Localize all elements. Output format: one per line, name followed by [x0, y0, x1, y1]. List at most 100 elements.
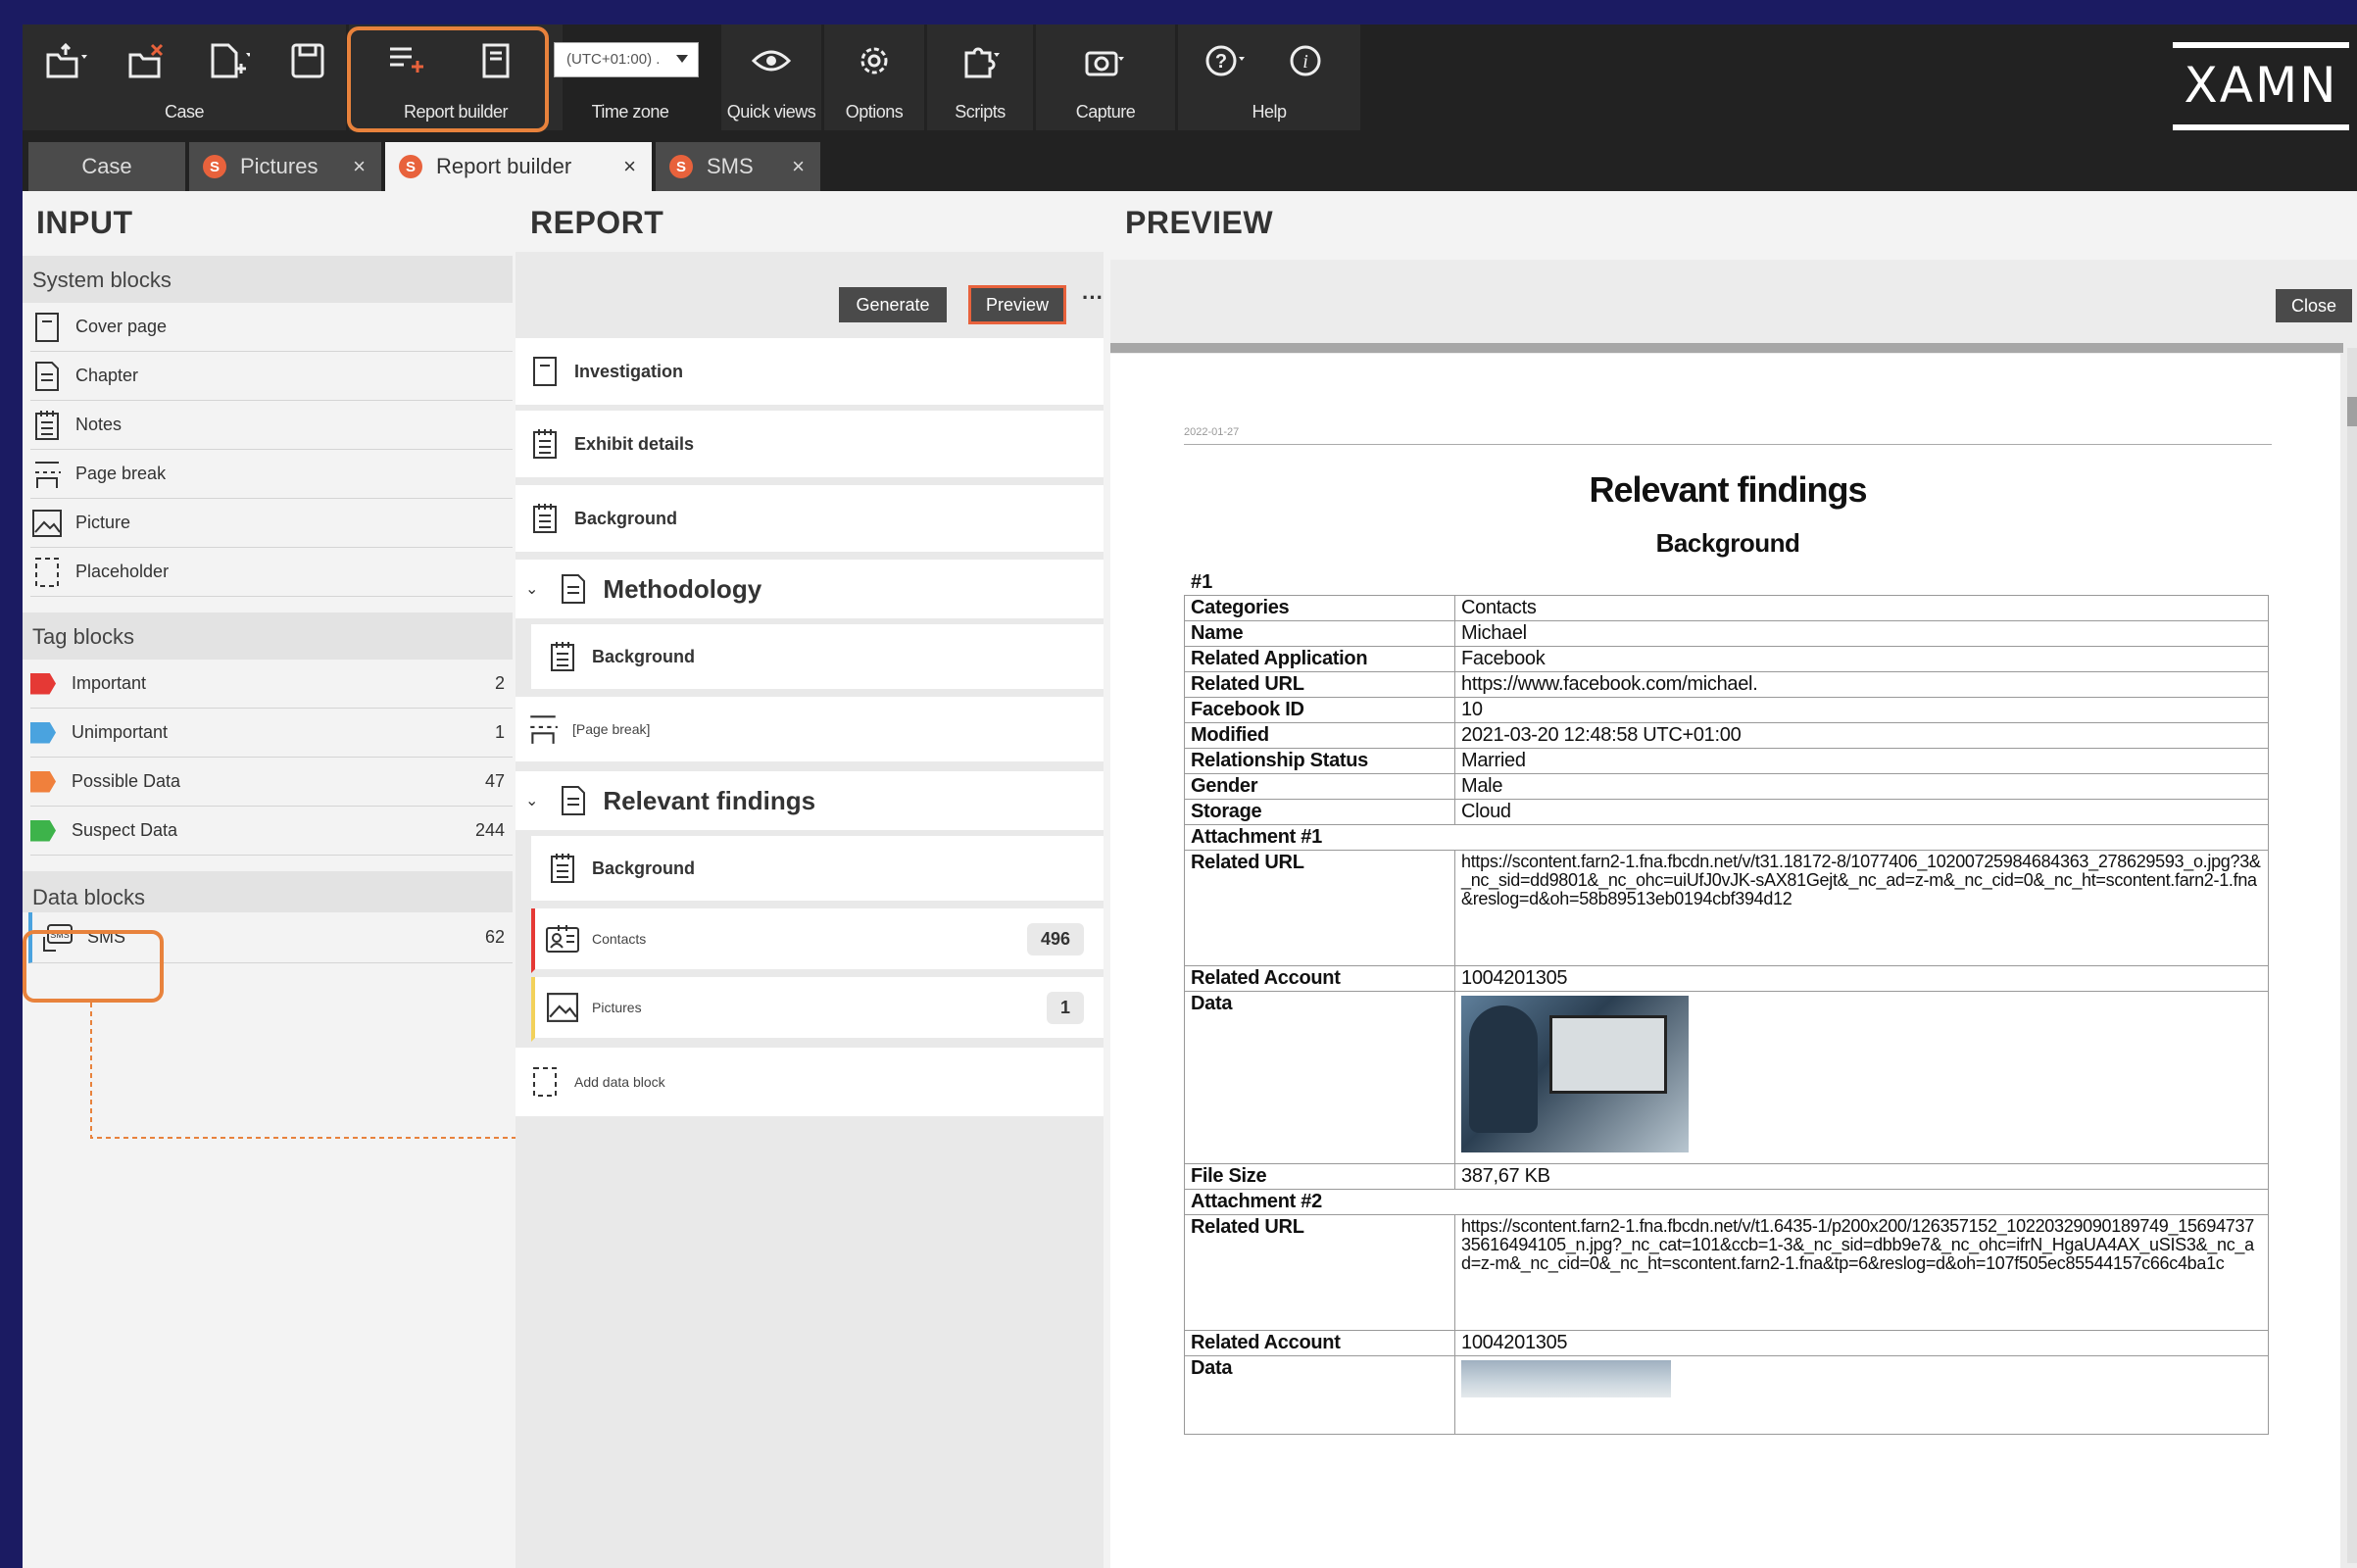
page-break-block[interactable]: Page break — [30, 450, 513, 499]
tab-case[interactable]: Case — [28, 142, 185, 191]
table-key: Related Account — [1184, 1330, 1455, 1356]
table-value: Male — [1454, 773, 2269, 800]
gear-icon — [845, 38, 904, 83]
report-block-background-relevant[interactable]: Background — [531, 836, 1104, 905]
report-date: 2022-01-27 — [1184, 426, 1240, 438]
new-file-icon[interactable] — [199, 38, 258, 83]
scrollbar-thumb[interactable] — [2347, 397, 2357, 426]
tab-report-builder[interactable]: S Report builder × — [385, 142, 652, 191]
background-label: Background — [592, 858, 696, 878]
capture-group[interactable]: Capture — [1036, 24, 1175, 130]
time-zone-value: (UTC+01:00) . — [566, 51, 661, 68]
investigation-label: Investigation — [574, 361, 684, 381]
case-group: Case — [23, 24, 346, 130]
report-block-background[interactable]: Background — [516, 485, 1104, 556]
input-panel: System blocks Cover page Chapter Notes P… — [23, 256, 513, 963]
table-row: Categories Contacts — [1184, 595, 2269, 621]
tag-important[interactable]: Important 2 — [30, 660, 513, 709]
table-key: Related Application — [1184, 646, 1455, 672]
close-case-icon[interactable] — [119, 38, 177, 83]
generate-button[interactable]: Generate — [839, 287, 947, 322]
table-row: Gender Male — [1184, 773, 2269, 800]
tag-count: 47 — [484, 771, 505, 791]
report-chapter-methodology[interactable]: ⌄ Methodology — [516, 560, 1104, 622]
tab-sms[interactable]: S SMS × — [656, 142, 820, 191]
capture-label: Capture — [1075, 102, 1136, 122]
attachment-photo-image — [1461, 996, 1689, 1152]
table-key: Facebook ID — [1184, 697, 1455, 723]
record-number: #1 — [1191, 571, 1213, 593]
table-key: Categories — [1184, 595, 1455, 621]
tag-count: 1 — [494, 722, 505, 742]
source-badge-icon: S — [203, 155, 226, 178]
preview-heading: Relevant findings — [1589, 469, 1867, 510]
close-icon[interactable]: × — [792, 154, 805, 179]
quick-views-group[interactable]: Quick views — [721, 24, 821, 130]
tag-label: Suspect Data — [72, 820, 178, 840]
close-icon[interactable]: × — [623, 154, 636, 179]
options-group[interactable]: Options — [824, 24, 924, 130]
table-value: 387,67 KB — [1454, 1163, 2269, 1190]
report-block-background-methodology[interactable]: Background — [531, 624, 1104, 693]
placeholder-icon — [30, 556, 64, 589]
table-value — [1454, 1355, 2269, 1435]
table-key: Name — [1184, 620, 1455, 647]
report-block-exhibit[interactable]: Exhibit details — [516, 411, 1104, 481]
notes-label: Notes — [75, 415, 123, 434]
tag-possible-data[interactable]: Possible Data 47 — [30, 758, 513, 807]
save-icon[interactable] — [279, 38, 338, 83]
tag-count: 2 — [494, 673, 505, 693]
chevron-down-icon[interactable]: ⌄ — [525, 791, 538, 810]
report-title: REPORT — [530, 205, 664, 240]
notes-block[interactable]: Notes — [30, 401, 513, 450]
close-icon[interactable]: × — [353, 154, 366, 179]
sms-count: 62 — [484, 927, 505, 947]
info-icon[interactable]: i — [1276, 38, 1335, 83]
picture-icon — [543, 988, 582, 1027]
report-block-pictures[interactable]: Pictures 1 — [531, 977, 1104, 1042]
help-group: ? i Help — [1178, 24, 1360, 130]
time-zone-group-label: Time zone — [591, 102, 669, 122]
camera-icon — [1075, 38, 1134, 83]
contacts-count-badge: 496 — [1026, 922, 1084, 956]
highlight-report-builder — [347, 26, 549, 132]
placeholder-block[interactable]: Placeholder — [30, 548, 513, 597]
close-preview-button[interactable]: Close — [2276, 289, 2352, 322]
table-value: 10 — [1454, 697, 2269, 723]
more-options-button[interactable]: ··· — [1082, 285, 1104, 311]
preview-scrollbar[interactable] — [2347, 348, 2357, 1563]
report-block-investigation[interactable]: Investigation — [516, 338, 1104, 409]
time-zone-select[interactable]: (UTC+01:00) . — [554, 42, 699, 77]
tag-blocks-header: Tag blocks — [23, 612, 513, 660]
highlight-sms-block — [23, 930, 164, 1003]
report-block-page-break[interactable]: [Page break] — [516, 697, 1104, 765]
chevron-down-icon[interactable]: ⌄ — [525, 579, 538, 599]
tag-unimportant[interactable]: Unimportant 1 — [30, 709, 513, 758]
input-title: INPUT — [36, 205, 133, 240]
picture-block[interactable]: Picture — [30, 499, 513, 548]
table-row: Storage Cloud — [1184, 799, 2269, 825]
table-value: 2021-03-20 12:48:58 UTC+01:00 — [1454, 722, 2269, 749]
add-data-block[interactable]: Add data block — [516, 1048, 1104, 1120]
tab-pictures[interactable]: S Pictures × — [189, 142, 381, 191]
tag-suspect-data[interactable]: Suspect Data 244 — [30, 807, 513, 856]
export-case-icon[interactable] — [36, 38, 95, 83]
report-chapter-relevant[interactable]: ⌄ Relevant findings — [516, 771, 1104, 834]
preview-button[interactable]: Preview — [968, 285, 1066, 324]
table-row: Related URL https://scontent.farn2-1.fna.… — [1184, 1214, 2269, 1331]
header-rule — [1184, 444, 2272, 445]
pictures-label: Pictures — [592, 1000, 642, 1015]
contacts-label: Contacts — [592, 931, 647, 947]
table-value: Cloud — [1454, 799, 2269, 825]
attachment-photo-image — [1461, 1360, 1671, 1397]
report-block-contacts[interactable]: Contacts 496 — [531, 908, 1104, 973]
chapter-block[interactable]: Chapter — [30, 352, 513, 401]
cover-page-block[interactable]: Cover page — [30, 303, 513, 352]
scripts-group[interactable]: Scripts — [927, 24, 1033, 130]
help-label: Help — [1252, 102, 1287, 122]
page-break-label: Page break — [75, 464, 167, 483]
person-shape — [1469, 1005, 1538, 1133]
table-key: Gender — [1184, 773, 1455, 800]
help-icon[interactable]: ? — [1196, 38, 1254, 83]
table-row: Related URL https://scontent.farn2-1.fna.… — [1184, 850, 2269, 966]
